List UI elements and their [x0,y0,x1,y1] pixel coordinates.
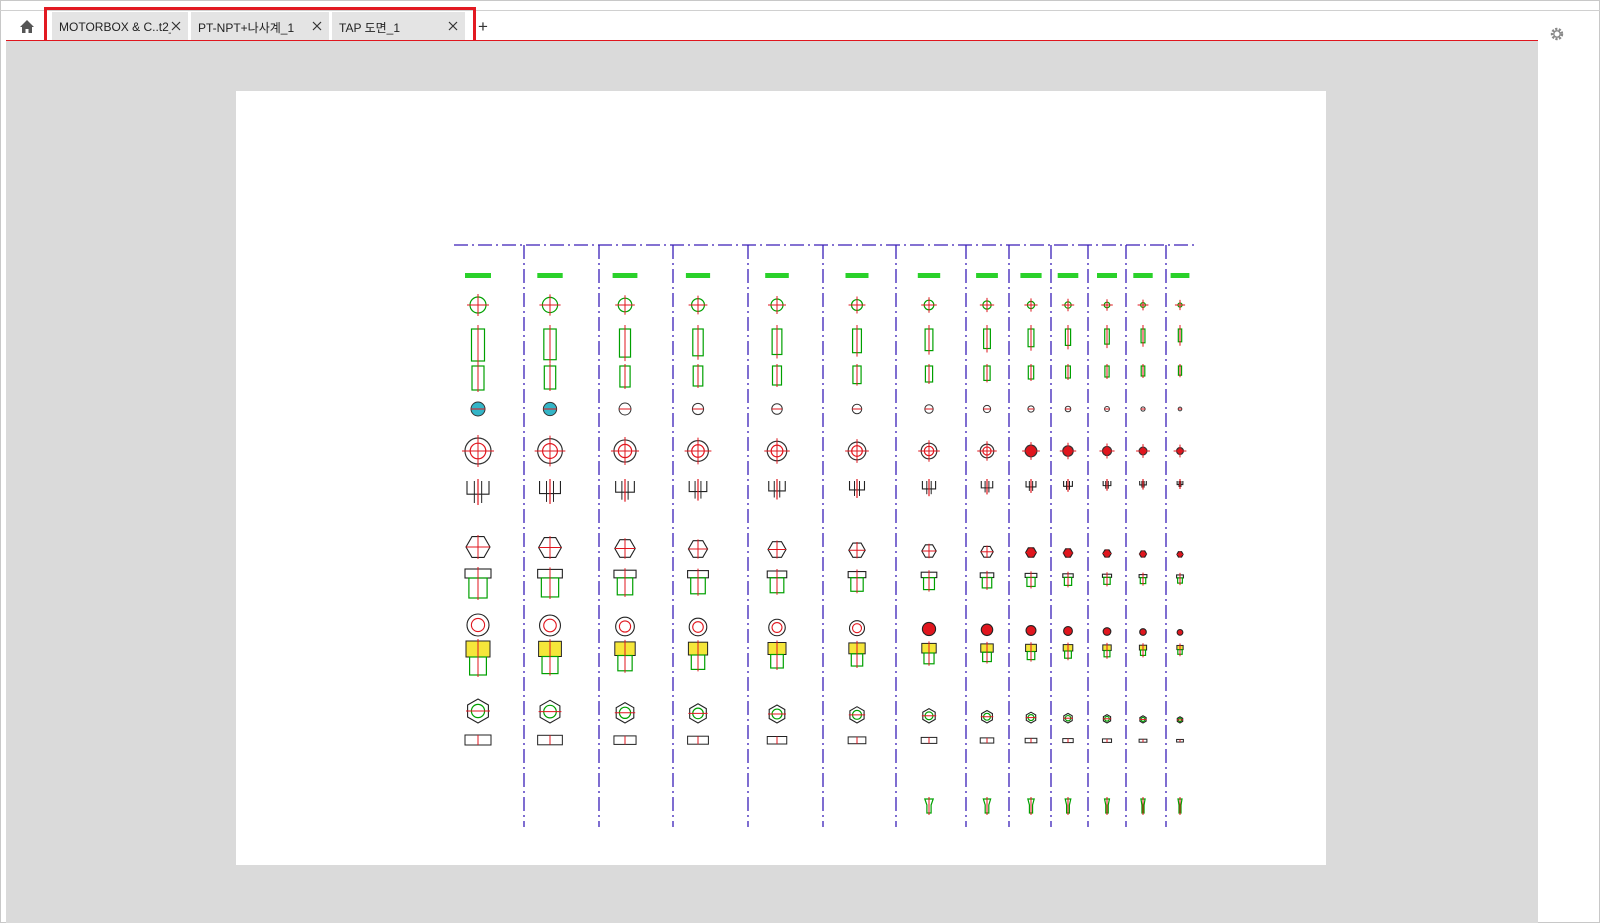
top-divider [0,10,1600,11]
cad-drawing [454,244,1196,827]
drawing-viewport[interactable] [6,41,1538,923]
socket-head-outer [538,614,561,637]
column-header-mark [845,273,869,278]
column-header-mark [537,273,563,278]
socket-head-inner [851,623,863,634]
column-header-mark [685,273,711,278]
tab-bar: MOTORBOX & C..t2_2 PT-NPT+나사계_1 TAP 도면_1 [52,12,468,42]
socket-head-inner [618,620,632,633]
column-header-mark [1020,273,1042,278]
socket-head-outer [768,618,786,637]
home-button[interactable] [14,14,40,38]
close-icon[interactable] [170,20,182,32]
socket-head-outer [848,620,866,637]
column-header-mark [465,273,491,278]
socket-head-outer [688,617,708,637]
column-header-mark [1133,273,1153,278]
column-header-mark [1097,273,1117,278]
tab-label: TAP 도면_1 [339,20,400,35]
socket-head-inner [470,617,486,633]
column-header-mark [765,273,789,278]
tab-label: MOTORBOX & C..t2_2 [59,20,171,34]
tab-motorbox[interactable]: MOTORBOX & C..t2_2 [52,12,188,42]
close-icon[interactable] [447,20,459,32]
gear-icon [1550,27,1564,41]
column-header-mark [612,273,638,278]
socket-head-outer [615,616,635,637]
tab-pt-npt[interactable]: PT-NPT+나사계_1 [191,12,329,42]
socket-head-inner [543,618,557,633]
socket-head-outer [980,623,994,637]
column-header-mark [976,273,998,278]
home-icon [20,19,34,33]
tab-tap-drawing[interactable]: TAP 도면_1 [332,12,465,42]
tab-label: PT-NPT+나사계_1 [198,20,295,35]
socket-head-inner [771,621,783,633]
column-header-mark [1170,273,1190,278]
socket-head-outer [921,621,937,637]
drawing-sheet [236,91,1326,865]
column-header-mark [1057,273,1079,278]
socket-head-inner [692,621,704,633]
socket-head-outer [466,613,490,637]
close-icon[interactable] [311,20,323,32]
settings-button[interactable] [1547,24,1567,44]
add-tab-button[interactable]: + [478,18,488,36]
column-header-mark [917,273,941,278]
